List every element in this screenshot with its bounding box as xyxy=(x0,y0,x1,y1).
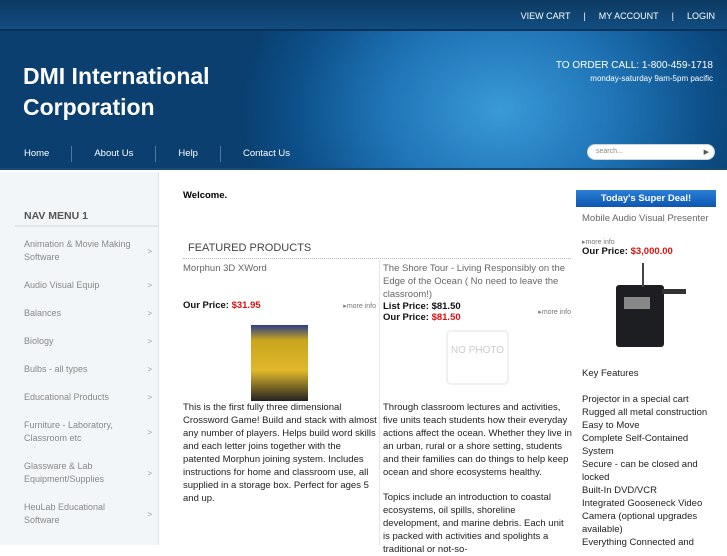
key-features-title: Key Features xyxy=(582,368,639,379)
search-input[interactable]: search... ▶ xyxy=(587,144,715,160)
sidebar-item[interactable]: Furniture - Laboratory, Classroom etc > xyxy=(24,419,152,445)
sidebar-item[interactable]: Biology > xyxy=(24,335,152,348)
product-name[interactable]: The Shore Tour - Living Responsibly on t… xyxy=(383,262,571,301)
sidebar-item[interactable]: Bulbs - all types > xyxy=(24,363,152,376)
chevron-right-icon: > xyxy=(147,393,152,402)
our-price: $81.50 xyxy=(431,312,461,323)
sidebar-item-label: Bulbs - all types xyxy=(24,364,88,374)
feature-item: Easy to Move xyxy=(582,420,640,431)
chevron-right-icon: > xyxy=(147,365,152,374)
product-card: The Shore Tour - Living Responsibly on t… xyxy=(383,262,572,555)
feature-item: Built-In DVD/VCR xyxy=(582,485,657,496)
sidebar: NAV MENU 1 xyxy=(0,172,159,545)
sidebar-item-label: Balances xyxy=(24,308,62,318)
chevron-right-icon: > xyxy=(147,246,152,256)
nav-help[interactable]: Help xyxy=(156,146,221,162)
sidebar-item-label: Furniture - Laboratory, Classroom etc xyxy=(24,420,113,443)
chevron-right-icon: > xyxy=(147,509,152,519)
super-deal-header: Today's Super Deal! xyxy=(576,190,716,207)
nav-menu-title: NAV MENU 1 xyxy=(15,208,158,227)
separator: | xyxy=(671,11,674,21)
site-logo[interactable]: DMI International Corporation xyxy=(23,61,243,123)
deal-product-image[interactable] xyxy=(582,257,722,367)
price-label: Our Price: xyxy=(582,246,628,257)
search-submit-icon[interactable]: ▶ xyxy=(704,148,709,156)
product-description-more: Topics include an introduction to coasta… xyxy=(383,492,564,555)
price-label: Our Price: xyxy=(383,312,429,323)
order-hours: monday-saturday 9am-5pm pacific xyxy=(590,74,713,83)
product-image[interactable] xyxy=(251,325,308,401)
feature-item: Projector in a special cart xyxy=(582,394,689,405)
chevron-right-icon: > xyxy=(147,427,152,437)
welcome-text: Welcome. xyxy=(183,190,228,201)
nav-home[interactable]: Home xyxy=(0,146,73,162)
my-account-link[interactable]: MY ACCOUNT xyxy=(599,11,659,21)
more-info-link[interactable]: ▸more info xyxy=(582,238,722,246)
sidebar-item[interactable]: Animation & Movie Making Software > xyxy=(24,238,152,264)
separator: | xyxy=(583,11,586,21)
deal-product-name[interactable]: Mobile Audio Visual Presenter xyxy=(582,212,722,225)
super-deal: Mobile Audio Visual Presenter ▸more info… xyxy=(582,212,722,549)
sidebar-item-label: Educational Products xyxy=(24,392,110,402)
features-list: Projector in a special cart Rugged all me… xyxy=(582,393,722,549)
our-price: $31.95 xyxy=(231,300,261,311)
sidebar-item-label: HeuLab Educational Software xyxy=(24,502,106,525)
nav-contact-us[interactable]: Contact Us xyxy=(221,146,312,162)
featured-title: FEATURED PRODUCTS xyxy=(183,242,571,259)
product-card: Morphun 3D XWord Our Price: $31.95 ▸more… xyxy=(183,262,377,504)
order-phone: TO ORDER CALL: 1-800-459-1718 xyxy=(555,60,713,71)
product-description: Through classroom lectures and activitie… xyxy=(383,402,572,478)
sidebar-item-label: Biology xyxy=(24,336,54,346)
sidebar-item[interactable]: Balances > xyxy=(24,307,152,320)
product-name[interactable]: Morphun 3D XWord xyxy=(183,262,376,275)
sidebar-item[interactable]: Audio Visual Equip > xyxy=(24,279,152,292)
sidebar-item-label: Animation & Movie Making Software xyxy=(24,239,131,262)
price-label: Our Price: xyxy=(183,300,229,311)
feature-item: Everything Connected and xyxy=(582,537,694,548)
search-placeholder: search... xyxy=(596,148,623,155)
feature-item: Secure - can be closed and locked xyxy=(582,459,698,483)
main-nav: Home About Us Help Contact Us xyxy=(0,146,312,162)
header: VIEW CART | MY ACCOUNT | LOGIN DMI Inter… xyxy=(0,0,727,170)
chevron-right-icon: > xyxy=(147,337,152,346)
view-cart-link[interactable]: VIEW CART xyxy=(521,11,571,21)
sidebar-item-label: Audio Visual Equip xyxy=(24,280,100,290)
product-description: This is the first fully three dimensiona… xyxy=(183,402,377,504)
deal-price: $3,000.00 xyxy=(630,246,673,257)
sidebar-item[interactable]: HeuLab Educational Software > xyxy=(24,501,152,527)
sidebar-item-label: Glassware & Lab Equipment/Supplies xyxy=(24,461,105,484)
feature-item: Complete Self-Contained System xyxy=(582,433,689,457)
chevron-right-icon: > xyxy=(147,468,152,478)
order-info: TO ORDER CALL: 1-800-459-1718 monday-sat… xyxy=(556,60,713,83)
top-bar: VIEW CART | MY ACCOUNT | LOGIN xyxy=(0,0,727,31)
list-price: $81.50 xyxy=(431,301,461,312)
feature-item: Rugged all metal construction xyxy=(582,407,708,418)
chevron-right-icon: > xyxy=(147,281,152,290)
feature-item: Integrated Gooseneck Video Camera (optio… xyxy=(582,498,703,535)
sidebar-item[interactable]: Glassware & Lab Equipment/Supplies > xyxy=(24,460,152,486)
more-info-link[interactable]: ▸more info xyxy=(538,308,571,316)
sidebar-item[interactable]: Educational Products > xyxy=(24,391,152,404)
nav-about-us[interactable]: About Us xyxy=(72,146,157,162)
no-photo-placeholder: NO PHOTO xyxy=(446,330,509,385)
more-info-link[interactable]: ▸more info xyxy=(343,302,376,310)
login-link[interactable]: LOGIN xyxy=(687,11,715,21)
chevron-right-icon: > xyxy=(147,309,152,318)
column-divider xyxy=(379,260,380,545)
list-price-label: List Price: xyxy=(383,301,429,312)
